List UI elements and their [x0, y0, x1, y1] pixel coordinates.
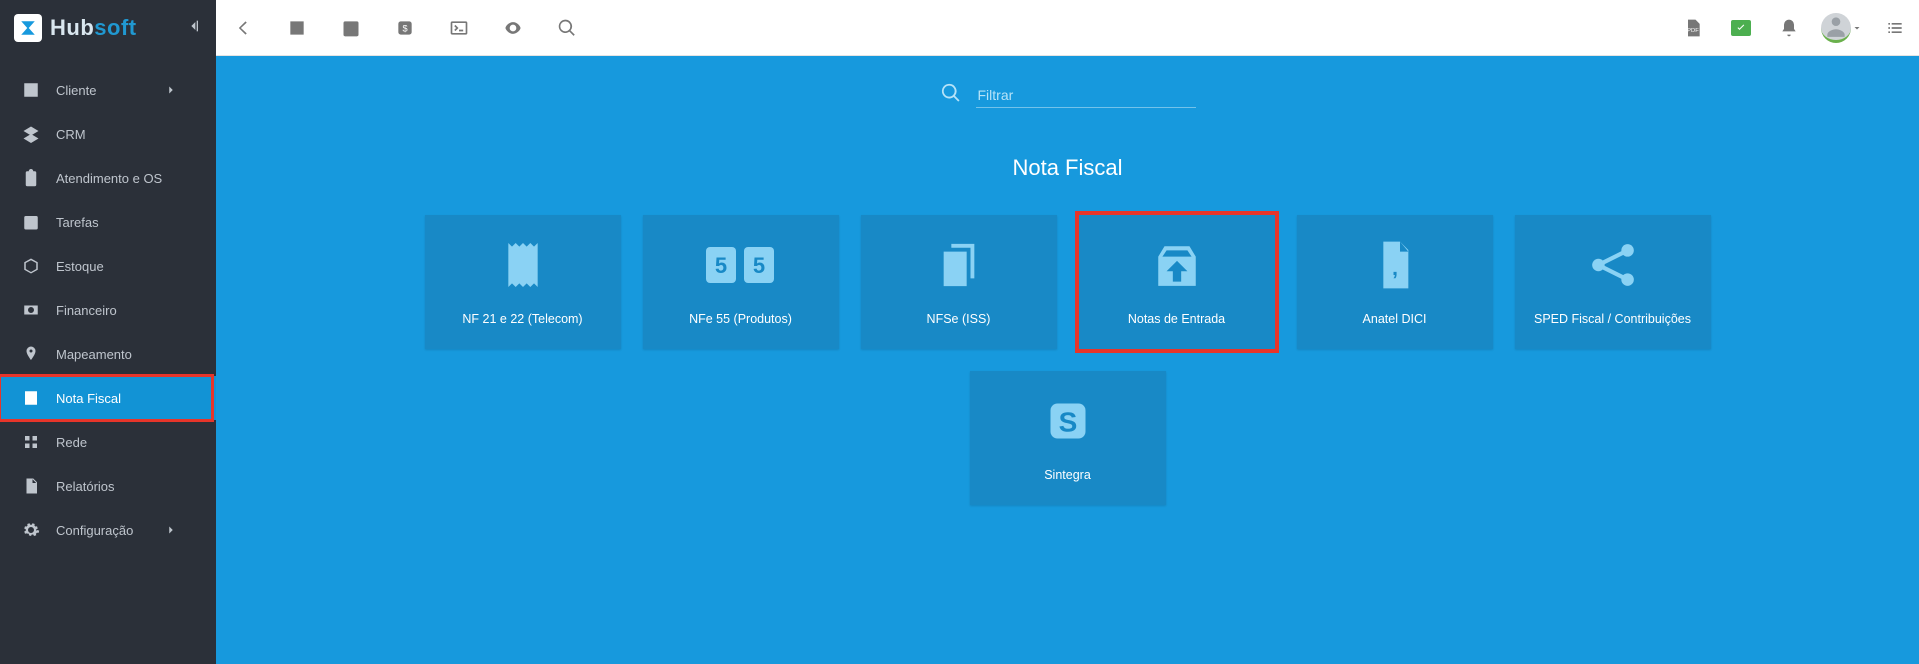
- content: Nota Fiscal NF 21 e 22 (Telecom) 55 NFe …: [216, 56, 1919, 664]
- upload-box-icon: [1152, 238, 1202, 292]
- sidebar-item-estoque[interactable]: Estoque: [0, 244, 216, 288]
- svg-text:5: 5: [752, 253, 764, 278]
- back-button[interactable]: [216, 0, 270, 56]
- account-button[interactable]: [270, 0, 324, 56]
- map-pin-icon: [22, 345, 40, 363]
- doc-icon: [22, 477, 40, 495]
- sidebar-item-label: Configuração: [56, 523, 133, 538]
- eye-button[interactable]: [486, 0, 540, 56]
- svg-text:,: ,: [1391, 255, 1397, 280]
- search-icon: [940, 82, 962, 109]
- calendar-icon: [22, 213, 40, 231]
- chevron-right-icon: [164, 523, 178, 537]
- svg-text:PDF: PDF: [1687, 28, 1699, 34]
- chevron-down-icon: [1851, 22, 1863, 34]
- tile-label: NFe 55 (Produtos): [681, 312, 800, 326]
- status-ok-icon[interactable]: [1717, 0, 1765, 56]
- tiles-row: NF 21 e 22 (Telecom) 55 NFe 55 (Produtos…: [216, 215, 1919, 349]
- tile-sped[interactable]: SPED Fiscal / Contribuições: [1515, 215, 1711, 349]
- terminal-button[interactable]: [432, 0, 486, 56]
- sidebar-item-cliente[interactable]: Cliente: [0, 68, 216, 112]
- clipboard-icon: [22, 169, 40, 187]
- layers-icon: [22, 125, 40, 143]
- topbar: $ PDF: [216, 0, 1919, 56]
- doc-lines-icon: [22, 389, 40, 407]
- svg-text:S: S: [1058, 407, 1077, 438]
- page-title: Nota Fiscal: [216, 155, 1919, 181]
- tile-label: SPED Fiscal / Contribuições: [1526, 312, 1699, 326]
- money-button[interactable]: $: [378, 0, 432, 56]
- sidebar-item-label: Cliente: [56, 83, 96, 98]
- pdf-icon[interactable]: PDF: [1669, 0, 1717, 56]
- collapse-sidebar-icon[interactable]: [186, 18, 202, 39]
- network-icon: [22, 433, 40, 451]
- sidebar-item-label: Financeiro: [56, 303, 117, 318]
- notifications-icon[interactable]: [1765, 0, 1813, 56]
- tile-nfse[interactable]: NFSe (ISS): [861, 215, 1057, 349]
- filter-row: [216, 56, 1919, 109]
- gear-icon: [22, 521, 40, 539]
- tile-anatel-dici[interactable]: , Anatel DICI: [1297, 215, 1493, 349]
- tile-label: NF 21 e 22 (Telecom): [454, 312, 590, 326]
- sidebar-item-atendimento[interactable]: Atendimento e OS: [0, 156, 216, 200]
- sidebar-item-label: Rede: [56, 435, 87, 450]
- sidebar-item-tarefas[interactable]: Tarefas: [0, 200, 216, 244]
- tile-nf21-22[interactable]: NF 21 e 22 (Telecom): [425, 215, 621, 349]
- logo-mark-icon: [14, 14, 42, 42]
- sidebar-item-label: Atendimento e OS: [56, 171, 162, 186]
- sidebar-item-configuracao[interactable]: Configuração: [0, 508, 216, 552]
- cash-icon: [22, 301, 40, 319]
- tile-sintegra[interactable]: S Sintegra: [970, 371, 1166, 505]
- logo-bar: Hubsoft: [0, 0, 216, 56]
- search-button[interactable]: [540, 0, 594, 56]
- tile-label: Sintegra: [1036, 468, 1099, 482]
- s-box-icon: S: [1047, 394, 1089, 448]
- tile-nfe55[interactable]: 55 NFe 55 (Produtos): [643, 215, 839, 349]
- brand-text: Hubsoft: [50, 15, 137, 41]
- sidebar-item-label: Tarefas: [56, 215, 99, 230]
- main: $ PDF No: [216, 0, 1919, 664]
- sidebar-item-label: Mapeamento: [56, 347, 132, 362]
- menu-list-icon[interactable]: [1871, 0, 1919, 56]
- cube-icon: [22, 257, 40, 275]
- sidebar-item-financeiro[interactable]: Financeiro: [0, 288, 216, 332]
- sidebar-nav: Cliente CRM Atendimento e OS Tarefas Est…: [0, 56, 216, 552]
- user-avatar[interactable]: [1813, 13, 1871, 43]
- sidebar-item-mapeamento[interactable]: Mapeamento: [0, 332, 216, 376]
- chevron-right-icon: [164, 83, 178, 97]
- receipt-icon: [501, 238, 545, 292]
- sidebar-item-nota-fiscal[interactable]: Nota Fiscal: [0, 376, 216, 420]
- doc-comma-icon: ,: [1375, 238, 1415, 292]
- tile-notas-entrada[interactable]: Notas de Entrada: [1079, 215, 1275, 349]
- sidebar-item-label: Relatórios: [56, 479, 115, 494]
- tile-label: Notas de Entrada: [1120, 312, 1233, 326]
- tile-label: Anatel DICI: [1355, 312, 1435, 326]
- sidebar-item-relatorios[interactable]: Relatórios: [0, 464, 216, 508]
- svg-text:$: $: [402, 23, 407, 33]
- sidebar: Hubsoft Cliente CRM Atendimento e OS Tar…: [0, 0, 216, 664]
- account-box-icon: [22, 81, 40, 99]
- sidebar-item-label: Estoque: [56, 259, 104, 274]
- sidebar-item-label: Nota Fiscal: [56, 391, 121, 406]
- sidebar-item-rede[interactable]: Rede: [0, 420, 216, 464]
- tile-label: NFSe (ISS): [919, 312, 999, 326]
- copies-icon: [936, 238, 982, 292]
- sidebar-item-crm[interactable]: CRM: [0, 112, 216, 156]
- calendar-button[interactable]: [324, 0, 378, 56]
- double5-icon: 55: [706, 238, 776, 292]
- svg-text:5: 5: [714, 253, 726, 278]
- sidebar-item-label: CRM: [56, 127, 86, 142]
- share-icon: [1588, 238, 1638, 292]
- filter-input[interactable]: [976, 83, 1196, 108]
